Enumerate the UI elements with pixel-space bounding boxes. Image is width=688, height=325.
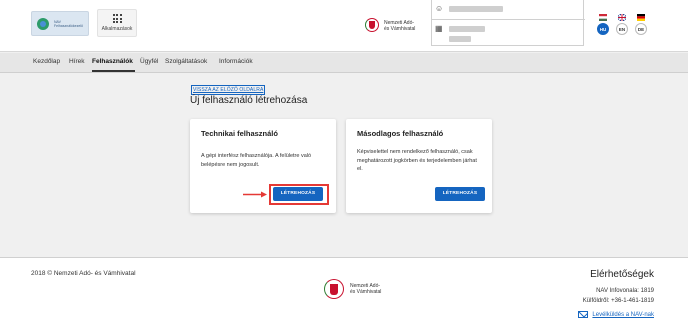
page-title: Új felhasználó létrehozása	[190, 95, 308, 106]
lang-hu[interactable]: HU	[597, 14, 609, 35]
lang-hu-button[interactable]: HU	[597, 23, 609, 35]
copyright: 2018 © Nemzeti Adó- és Vámhivatal	[31, 270, 136, 277]
company-id-redacted	[449, 36, 471, 42]
user-name-redacted	[449, 6, 503, 12]
lang-de[interactable]: DE	[635, 14, 647, 35]
logo-text: NAV Felhasználókezelő	[54, 19, 83, 28]
back-link[interactable]: VISSZA AZ ELŐZŐ OLDALRA	[191, 85, 266, 95]
abroad-phone: Külföldről: +36-1-461-1819	[582, 298, 654, 304]
active-nav-indicator	[92, 70, 135, 72]
card-description: Képviselettel nem rendelkező felhasználó…	[357, 149, 477, 172]
user-info[interactable]: ☺ ▦	[431, 0, 585, 46]
apps-label: Alkalmazások	[101, 26, 133, 32]
nav-item-ugyfel[interactable]: Ügyfél	[140, 58, 158, 65]
germany-flag-icon	[637, 14, 645, 21]
grid-icon	[112, 14, 122, 23]
lang-de-button[interactable]: DE	[635, 23, 647, 35]
person-icon: ☺	[435, 4, 444, 13]
lang-en[interactable]: EN	[616, 14, 628, 35]
contact-title: Elérhetőségek	[590, 269, 654, 280]
mail-link-label[interactable]: Levélküldés a NAV-nak	[592, 312, 654, 318]
hungary-flag-icon	[599, 14, 607, 21]
nav-logo[interactable]: Nemzeti Adó- és Vámhivatal	[365, 14, 431, 38]
building-icon: ▦	[435, 24, 443, 33]
footer-logo[interactable]: Nemzeti Adó- és Vámhivatal	[324, 276, 381, 302]
apps-button[interactable]: Alkalmazások	[97, 9, 137, 37]
highlight-box	[269, 184, 329, 205]
infoline: NAV Infovonala: 1819	[596, 288, 654, 294]
crest-icon	[324, 276, 344, 302]
brand-name: Nemzeti Adó- és Vámhivatal	[384, 20, 416, 32]
footer-brand-name: Nemzeti Adó- és Vámhivatal	[350, 283, 382, 295]
mail-link[interactable]: Levélküldés a NAV-nak	[578, 311, 654, 318]
company-row-2	[435, 34, 471, 44]
nav-item-szolgaltatasok[interactable]: Szolgáltatások	[165, 58, 207, 65]
main-nav: Kezdőlap Hírek Felhasználók Ügyfél Szolg…	[0, 53, 688, 73]
card-title: Másodlagos felhasználó	[357, 129, 444, 138]
card-title: Technikai felhasználó	[201, 129, 278, 138]
card-secondary-user: Másodlagos felhasználó Képviselettel nem…	[346, 119, 492, 213]
nav-item-hirek[interactable]: Hírek	[69, 58, 85, 65]
create-secondary-user-button[interactable]: LÉTREHOZÁS	[435, 187, 485, 201]
company-row: ▦	[435, 24, 485, 34]
company-name-redacted	[449, 26, 485, 32]
crest-icon	[365, 16, 379, 36]
logo-icon	[37, 17, 49, 30]
envelope-icon	[578, 311, 589, 318]
app-logo[interactable]: NAV Felhasználókezelő	[31, 11, 89, 36]
nav-item-kezdolap[interactable]: Kezdőlap	[33, 58, 60, 65]
arrow-icon	[243, 191, 267, 198]
nav-item-felhasznalok[interactable]: Felhasználók	[92, 58, 133, 65]
footer: 2018 © Nemzeti Adó- és Vámhivatal Nemzet…	[0, 257, 688, 325]
lang-en-button[interactable]: EN	[616, 23, 628, 35]
nav-item-informaciok[interactable]: Információk	[219, 58, 253, 65]
user-row: ☺	[435, 4, 503, 14]
card-description: A gépi interfész felhasználója. A felüle…	[201, 153, 312, 168]
header: NAV Felhasználókezelő Alkalmazások Nemze…	[0, 0, 688, 52]
uk-flag-icon	[618, 14, 626, 21]
